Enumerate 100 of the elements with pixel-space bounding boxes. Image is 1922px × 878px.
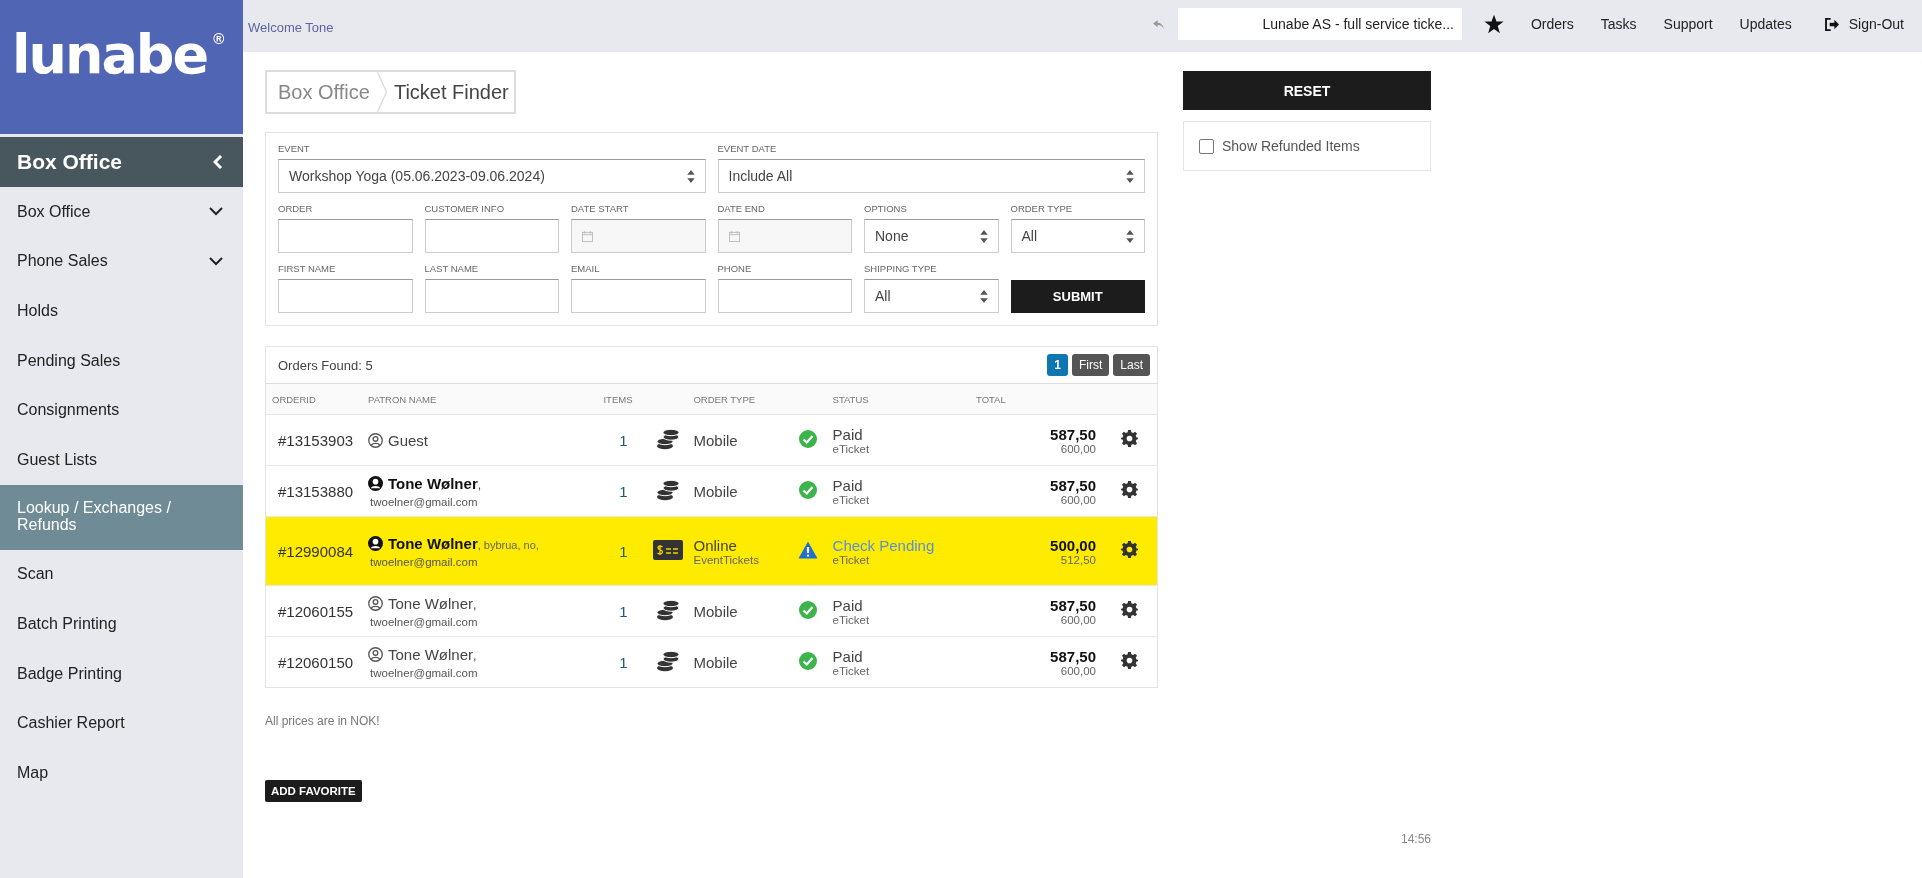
sidebar-item[interactable]: Batch Printing xyxy=(0,599,243,649)
field-label: ORDER TYPE xyxy=(1010,203,1074,214)
star-icon[interactable] xyxy=(1483,14,1504,34)
settings-icon[interactable] xyxy=(1121,652,1138,669)
reset-button[interactable]: RESET xyxy=(1183,71,1431,110)
nav-link[interactable]: Orders xyxy=(1530,16,1574,32)
field-label: EVENT DATE xyxy=(717,143,778,154)
input-field[interactable] xyxy=(571,279,706,313)
breadcrumb-link[interactable]: Ticket Finder xyxy=(393,80,509,104)
field-label: DATE START xyxy=(571,203,630,214)
order-id[interactable]: #12060150 xyxy=(278,653,354,671)
submit-button[interactable]: SUBMIT xyxy=(1010,280,1145,313)
order-id[interactable]: #13153903 xyxy=(278,431,354,449)
add-favorite-button[interactable]: ADD FAVORITE xyxy=(265,780,362,802)
reply-arrow-icon[interactable] xyxy=(1152,19,1164,29)
nav-link[interactable]: Support xyxy=(1663,16,1713,32)
account-field[interactable]: Lunabe AS - full service ticke... xyxy=(1177,8,1462,40)
collapse-chevron-icon[interactable] xyxy=(213,155,223,169)
sidebar-item[interactable]: Badge Printing xyxy=(0,648,243,699)
patron-name: Tone Wølner, bybrua, no, xyxy=(388,534,539,552)
date-field[interactable] xyxy=(717,219,852,253)
select-field[interactable]: All xyxy=(1010,219,1145,253)
sidebar-item[interactable]: Box Office xyxy=(0,187,243,237)
patron-name: Guest xyxy=(388,431,429,449)
sidebar-item[interactable]: Scan xyxy=(0,549,243,600)
column-header: TOTAL xyxy=(970,384,1096,415)
input-field[interactable] xyxy=(424,279,559,313)
settings-icon[interactable] xyxy=(1121,541,1138,558)
total-amount: 587,50 xyxy=(1049,476,1096,494)
order-row[interactable]: #12060155 Tone Wølner, twoelner@gmail.com 1 Mobile Paid eTicket 587,50 600,00 xyxy=(266,585,1157,637)
page-nav-button[interactable]: First xyxy=(1072,354,1110,376)
delivery-type: eTicket xyxy=(832,664,871,677)
select-field[interactable]: Workshop Yoga (05.06.2023-09.06.2024) xyxy=(278,159,706,193)
items-count: 1 xyxy=(619,431,628,449)
items-count: 1 xyxy=(619,542,628,560)
field-label: CUSTOMER INFO xyxy=(424,203,506,214)
sidebar-item[interactable]: Map xyxy=(0,747,243,798)
items-count: 1 xyxy=(619,653,628,671)
sidebar-item[interactable]: Phone Sales xyxy=(0,236,243,287)
sidebar-item[interactable]: Lookup / Exchanges / Refunds xyxy=(0,484,243,550)
order-row[interactable]: #12060150 Tone Wølner, twoelner@gmail.com 1 Mobile Paid eTicket 587,50 600,00 xyxy=(266,636,1157,687)
order-type: Mobile xyxy=(693,653,739,671)
input-field[interactable] xyxy=(717,279,852,313)
select-field[interactable]: None xyxy=(864,219,999,253)
sidebar-item[interactable]: Holds xyxy=(0,286,243,336)
select-field[interactable]: Include All xyxy=(717,159,1145,193)
page-button[interactable]: 1 xyxy=(1047,354,1068,376)
sidebar-title: Box Office xyxy=(17,150,123,174)
order-row[interactable]: #13153880 Tone Wølner, twoelner@gmail.com 1 Mobile Paid eTicket 587,50 600,00 xyxy=(266,465,1157,517)
status-text: Check Pending xyxy=(832,536,936,554)
column-header: ORDERID xyxy=(266,384,362,415)
input-field[interactable] xyxy=(424,219,559,253)
registered-mark: ® xyxy=(213,30,225,47)
column-header: PATRON NAME xyxy=(362,384,598,415)
sidebar-item[interactable]: Cashier Report xyxy=(0,698,243,748)
total-amount: 587,50 xyxy=(1049,596,1096,614)
chevron-down-icon xyxy=(209,256,223,266)
input-field[interactable] xyxy=(278,279,413,313)
sidebar-item[interactable]: Consignments xyxy=(0,385,243,435)
nav-link[interactable]: Tasks xyxy=(1600,16,1637,32)
patron-name: Tone Wølner, xyxy=(388,474,482,492)
calendar-icon xyxy=(582,230,593,242)
show-refunded-checkbox[interactable]: Show Refunded Items xyxy=(1199,138,1360,154)
sort-arrows-icon xyxy=(979,289,988,303)
status-text: Paid xyxy=(832,596,864,614)
checkbox[interactable] xyxy=(1199,138,1214,154)
breadcrumb-link[interactable]: Box Office xyxy=(278,80,370,104)
field-label: ORDER xyxy=(278,203,314,214)
select-field[interactable]: All xyxy=(864,279,999,313)
input-field[interactable] xyxy=(278,219,413,253)
status-text: Paid xyxy=(832,476,864,494)
subtotal-amount: 600,00 xyxy=(1060,664,1096,677)
settings-icon[interactable] xyxy=(1121,481,1138,498)
order-source: EventTickets xyxy=(693,553,760,566)
column-header: ITEMS xyxy=(597,384,644,415)
total-amount: 500,00 xyxy=(1049,536,1096,554)
patron-email: twoelner@gmail.com xyxy=(369,555,479,568)
items-count: 1 xyxy=(619,602,628,620)
order-type: Mobile xyxy=(693,482,739,500)
order-row[interactable]: #13153903 Guest 1 Mobile Paid eTicket 587,50 600,00 xyxy=(266,414,1157,466)
logo[interactable]: lunabe® xyxy=(0,0,243,134)
order-id[interactable]: #13153880 xyxy=(278,482,354,500)
column-header: ORDER TYPE xyxy=(687,384,783,415)
order-type: Online xyxy=(693,536,738,554)
sidebar-item[interactable]: Pending Sales xyxy=(0,335,243,386)
settings-icon[interactable] xyxy=(1121,601,1138,618)
order-row[interactable]: #12990084 Tone Wølner, bybrua, no, twoelner@gmail.com 1 Online EventTickets Check Pending eTicket 500,00 512,50 xyxy=(266,516,1157,586)
nav-link[interactable]: Updates xyxy=(1739,16,1792,32)
sidebar-item[interactable]: Guest Lists xyxy=(0,434,243,485)
order-id[interactable]: #12060155 xyxy=(278,602,354,620)
sign-out-link[interactable]: Sign-Out xyxy=(1824,16,1904,32)
field-label: OPTIONS xyxy=(864,203,908,214)
field-label: EVENT xyxy=(278,143,311,154)
date-field[interactable] xyxy=(571,219,706,253)
page-nav-button[interactable]: Last xyxy=(1113,354,1150,376)
settings-icon[interactable] xyxy=(1121,430,1138,447)
clock-time: 14:56 xyxy=(1400,832,1431,846)
patron-email: twoelner@gmail.com xyxy=(369,666,479,679)
sort-arrows-icon xyxy=(979,229,988,243)
field-label: SHIPPING TYPE xyxy=(864,263,938,274)
